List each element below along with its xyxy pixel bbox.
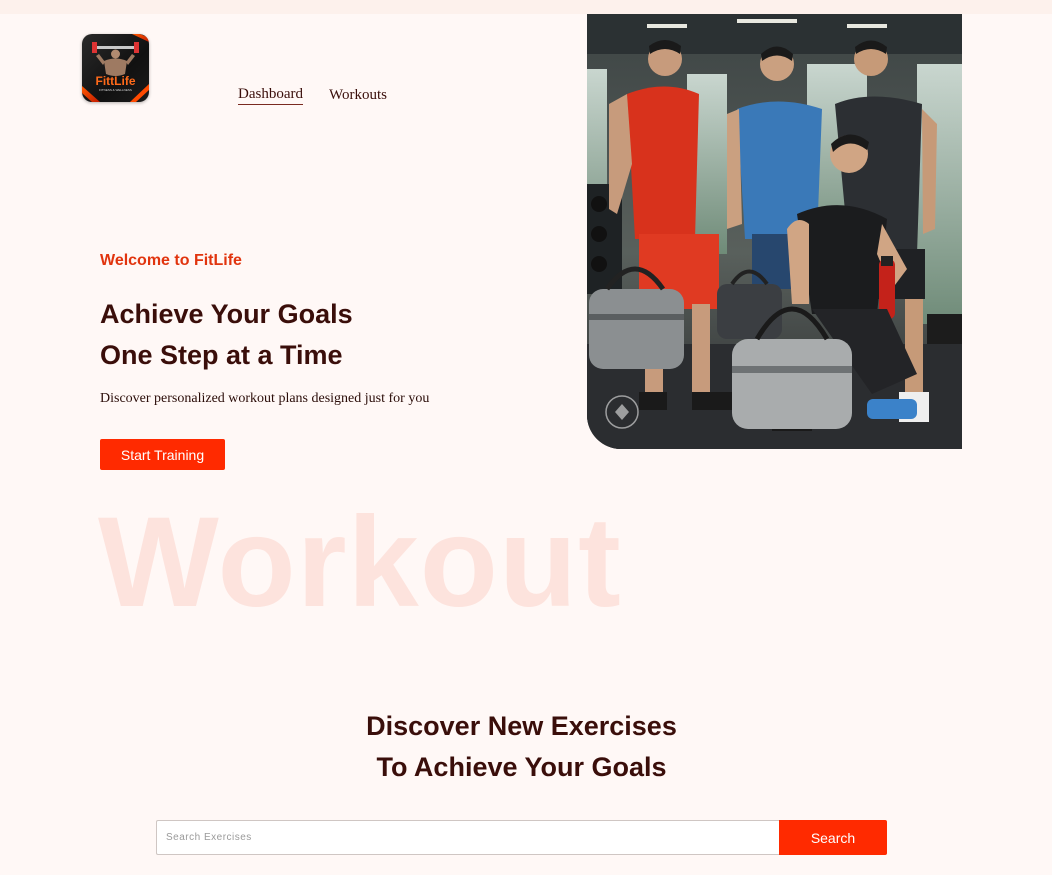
hero-subtitle: Discover personalized workout plans desi… [100, 391, 430, 406]
nav-workouts[interactable]: Workouts [329, 87, 387, 104]
hero-headline-line1: Achieve Your Goals [100, 299, 353, 329]
exercises-title: Discover New Exercises To Achieve Your G… [0, 706, 1043, 788]
logo-tagline: FITNESS & WELLNESS [99, 88, 132, 92]
logo-wordmark: FittLife [96, 74, 136, 88]
start-training-button[interactable]: Start Training [100, 439, 225, 470]
exercises-title-line1: Discover New Exercises [366, 711, 677, 741]
search-exercises-input[interactable] [156, 820, 789, 855]
search-button[interactable]: Search [779, 820, 887, 855]
exercises-title-line2: To Achieve Your Goals [376, 752, 667, 782]
hero-image [587, 14, 962, 449]
gym-team-photo-icon [587, 14, 962, 449]
nav-dashboard[interactable]: Dashboard [238, 86, 303, 105]
exercise-search-bar: Search [156, 820, 887, 855]
hero-headline-line2: One Step at a Time [100, 340, 343, 370]
watermark-text: Workout [98, 491, 622, 634]
hero-headline: Achieve Your Goals One Step at a Time [100, 294, 353, 376]
fittlife-logo[interactable]: FittLife FITNESS & WELLNESS [82, 34, 149, 102]
top-strip [0, 0, 1052, 14]
hero-eyebrow: Welcome to FitLife [100, 252, 242, 269]
